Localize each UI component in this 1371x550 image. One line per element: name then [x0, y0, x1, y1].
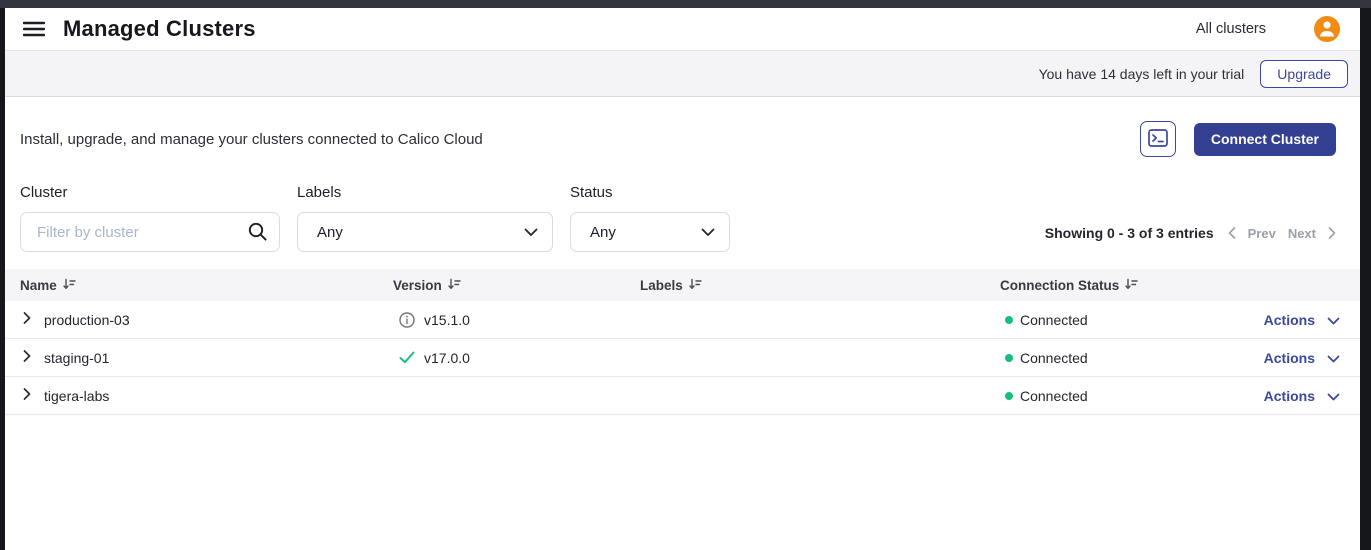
version-cell: v15.1.0: [393, 312, 640, 328]
actions-label: Actions: [1264, 388, 1315, 404]
actions-button[interactable]: Actions: [1264, 350, 1340, 366]
actions-button[interactable]: Actions: [1264, 388, 1340, 404]
labels-filter-value: Any: [317, 224, 343, 241]
version-text: v17.0.0: [424, 350, 470, 366]
trial-banner: You have 14 days left in your trial Upgr…: [5, 51, 1360, 97]
window-edge-top: [0, 0, 1371, 8]
column-label: Labels: [640, 278, 683, 293]
version-cell: v17.0.0: [393, 350, 640, 366]
actions-cell: Actions: [1230, 312, 1360, 328]
cluster-name: tigera-labs: [44, 388, 109, 404]
user-icon: [1314, 15, 1340, 44]
check-icon: [399, 351, 415, 364]
chevron-right-icon[interactable]: [1328, 227, 1336, 239]
cluster-name: production-03: [44, 312, 130, 328]
actions-cell: Actions: [1230, 350, 1360, 366]
app-header: Managed Clusters All clusters: [5, 8, 1360, 51]
table-row: tigera-labs Connected Actions: [5, 377, 1360, 415]
connection-status-cell: Connected: [1000, 388, 1230, 404]
status-text: Connected: [1020, 388, 1088, 404]
user-avatar[interactable]: [1314, 16, 1340, 42]
next-page-button[interactable]: Next: [1288, 226, 1316, 241]
hamburger-icon: [23, 21, 45, 37]
chevron-down-icon: [1327, 312, 1340, 328]
actions-label: Actions: [1264, 350, 1315, 366]
sort-icon: [689, 278, 702, 293]
header-right: All clusters: [1196, 16, 1340, 42]
version-text: v15.1.0: [424, 312, 470, 328]
labels-filter-label: Labels: [297, 184, 553, 201]
managed-clusters-page: Managed Clusters All clusters You have 1…: [5, 8, 1360, 550]
status-filter-select[interactable]: Any: [570, 212, 730, 252]
expand-row-button[interactable]: [20, 389, 34, 403]
actions-button[interactable]: Actions: [1264, 312, 1340, 328]
labels-filter-select[interactable]: Any: [297, 212, 553, 252]
chevron-down-icon: [1327, 388, 1340, 404]
name-cell: tigera-labs: [5, 388, 393, 404]
connection-status-cell: Connected: [1000, 312, 1230, 328]
status-text: Connected: [1020, 312, 1088, 328]
cluster-scope-selector[interactable]: All clusters: [1196, 21, 1266, 37]
labels-filter: Labels Any: [297, 184, 553, 252]
table-row: production-03 v15.1.0 Connected Actions: [5, 301, 1360, 339]
actions-label: Actions: [1264, 312, 1315, 328]
sort-icon: [448, 278, 461, 293]
table-header-row: Name Version Labels Connection Status: [5, 269, 1360, 301]
name-cell: production-03: [5, 312, 393, 328]
intro-actions: Connect Cluster: [1140, 121, 1336, 157]
page-nav: Prev Next: [1228, 226, 1336, 241]
page-description: Install, upgrade, and manage your cluste…: [20, 131, 483, 148]
chevron-down-icon: [1327, 350, 1340, 366]
cluster-filter-input-wrap: [20, 212, 280, 252]
upgrade-button[interactable]: Upgrade: [1260, 60, 1348, 88]
cluster-filter-input[interactable]: [20, 212, 280, 252]
column-header-connection-status[interactable]: Connection Status: [1000, 278, 1230, 293]
chevron-right-icon: [23, 312, 31, 327]
prev-page-button[interactable]: Prev: [1248, 226, 1276, 241]
chevron-left-icon[interactable]: [1228, 227, 1236, 239]
chevron-right-icon: [23, 388, 31, 403]
column-header-version[interactable]: Version: [393, 278, 640, 293]
trial-message: You have 14 days left in your trial: [1039, 66, 1245, 82]
connect-cluster-button[interactable]: Connect Cluster: [1194, 123, 1336, 156]
intro-row: Install, upgrade, and manage your cluste…: [5, 121, 1360, 157]
terminal-icon: [1148, 129, 1168, 150]
menu-button[interactable]: [20, 15, 48, 43]
status-text: Connected: [1020, 350, 1088, 366]
pagination: Showing 0 - 3 of 3 entries Prev Next: [1045, 225, 1336, 241]
sort-icon: [1125, 278, 1138, 293]
column-label: Version: [393, 278, 442, 293]
cluster-filter: Cluster: [20, 184, 280, 252]
expand-row-button[interactable]: [20, 351, 34, 365]
cluster-name: staging-01: [44, 350, 109, 366]
status-filter: Status Any: [570, 184, 730, 252]
chevron-down-icon: [524, 224, 538, 241]
status-dot: [1005, 316, 1013, 324]
cluster-filter-label: Cluster: [20, 184, 280, 201]
sort-icon: [63, 278, 76, 293]
chevron-down-icon: [701, 224, 715, 241]
connection-status-cell: Connected: [1000, 350, 1230, 366]
clusters-table: Name Version Labels Connection Status: [5, 269, 1360, 415]
column-header-labels[interactable]: Labels: [640, 278, 1000, 293]
status-filter-value: Any: [590, 224, 616, 241]
table-row: staging-01 v17.0.0 Connected Actions: [5, 339, 1360, 377]
terminal-button[interactable]: [1140, 121, 1176, 157]
filters-row: Cluster Labels Any Status Any: [5, 184, 1360, 252]
column-label: Name: [20, 278, 57, 293]
page-title: Managed Clusters: [63, 16, 256, 42]
status-dot: [1005, 354, 1013, 362]
column-label: Connection Status: [1000, 278, 1119, 293]
expand-row-button[interactable]: [20, 313, 34, 327]
showing-entries-text: Showing 0 - 3 of 3 entries: [1045, 225, 1214, 241]
chevron-right-icon: [23, 350, 31, 365]
name-cell: staging-01: [5, 350, 393, 366]
status-dot: [1005, 392, 1013, 400]
column-header-name[interactable]: Name: [5, 278, 393, 293]
info-icon[interactable]: [399, 312, 415, 328]
actions-cell: Actions: [1230, 388, 1360, 404]
status-filter-label: Status: [570, 184, 730, 201]
